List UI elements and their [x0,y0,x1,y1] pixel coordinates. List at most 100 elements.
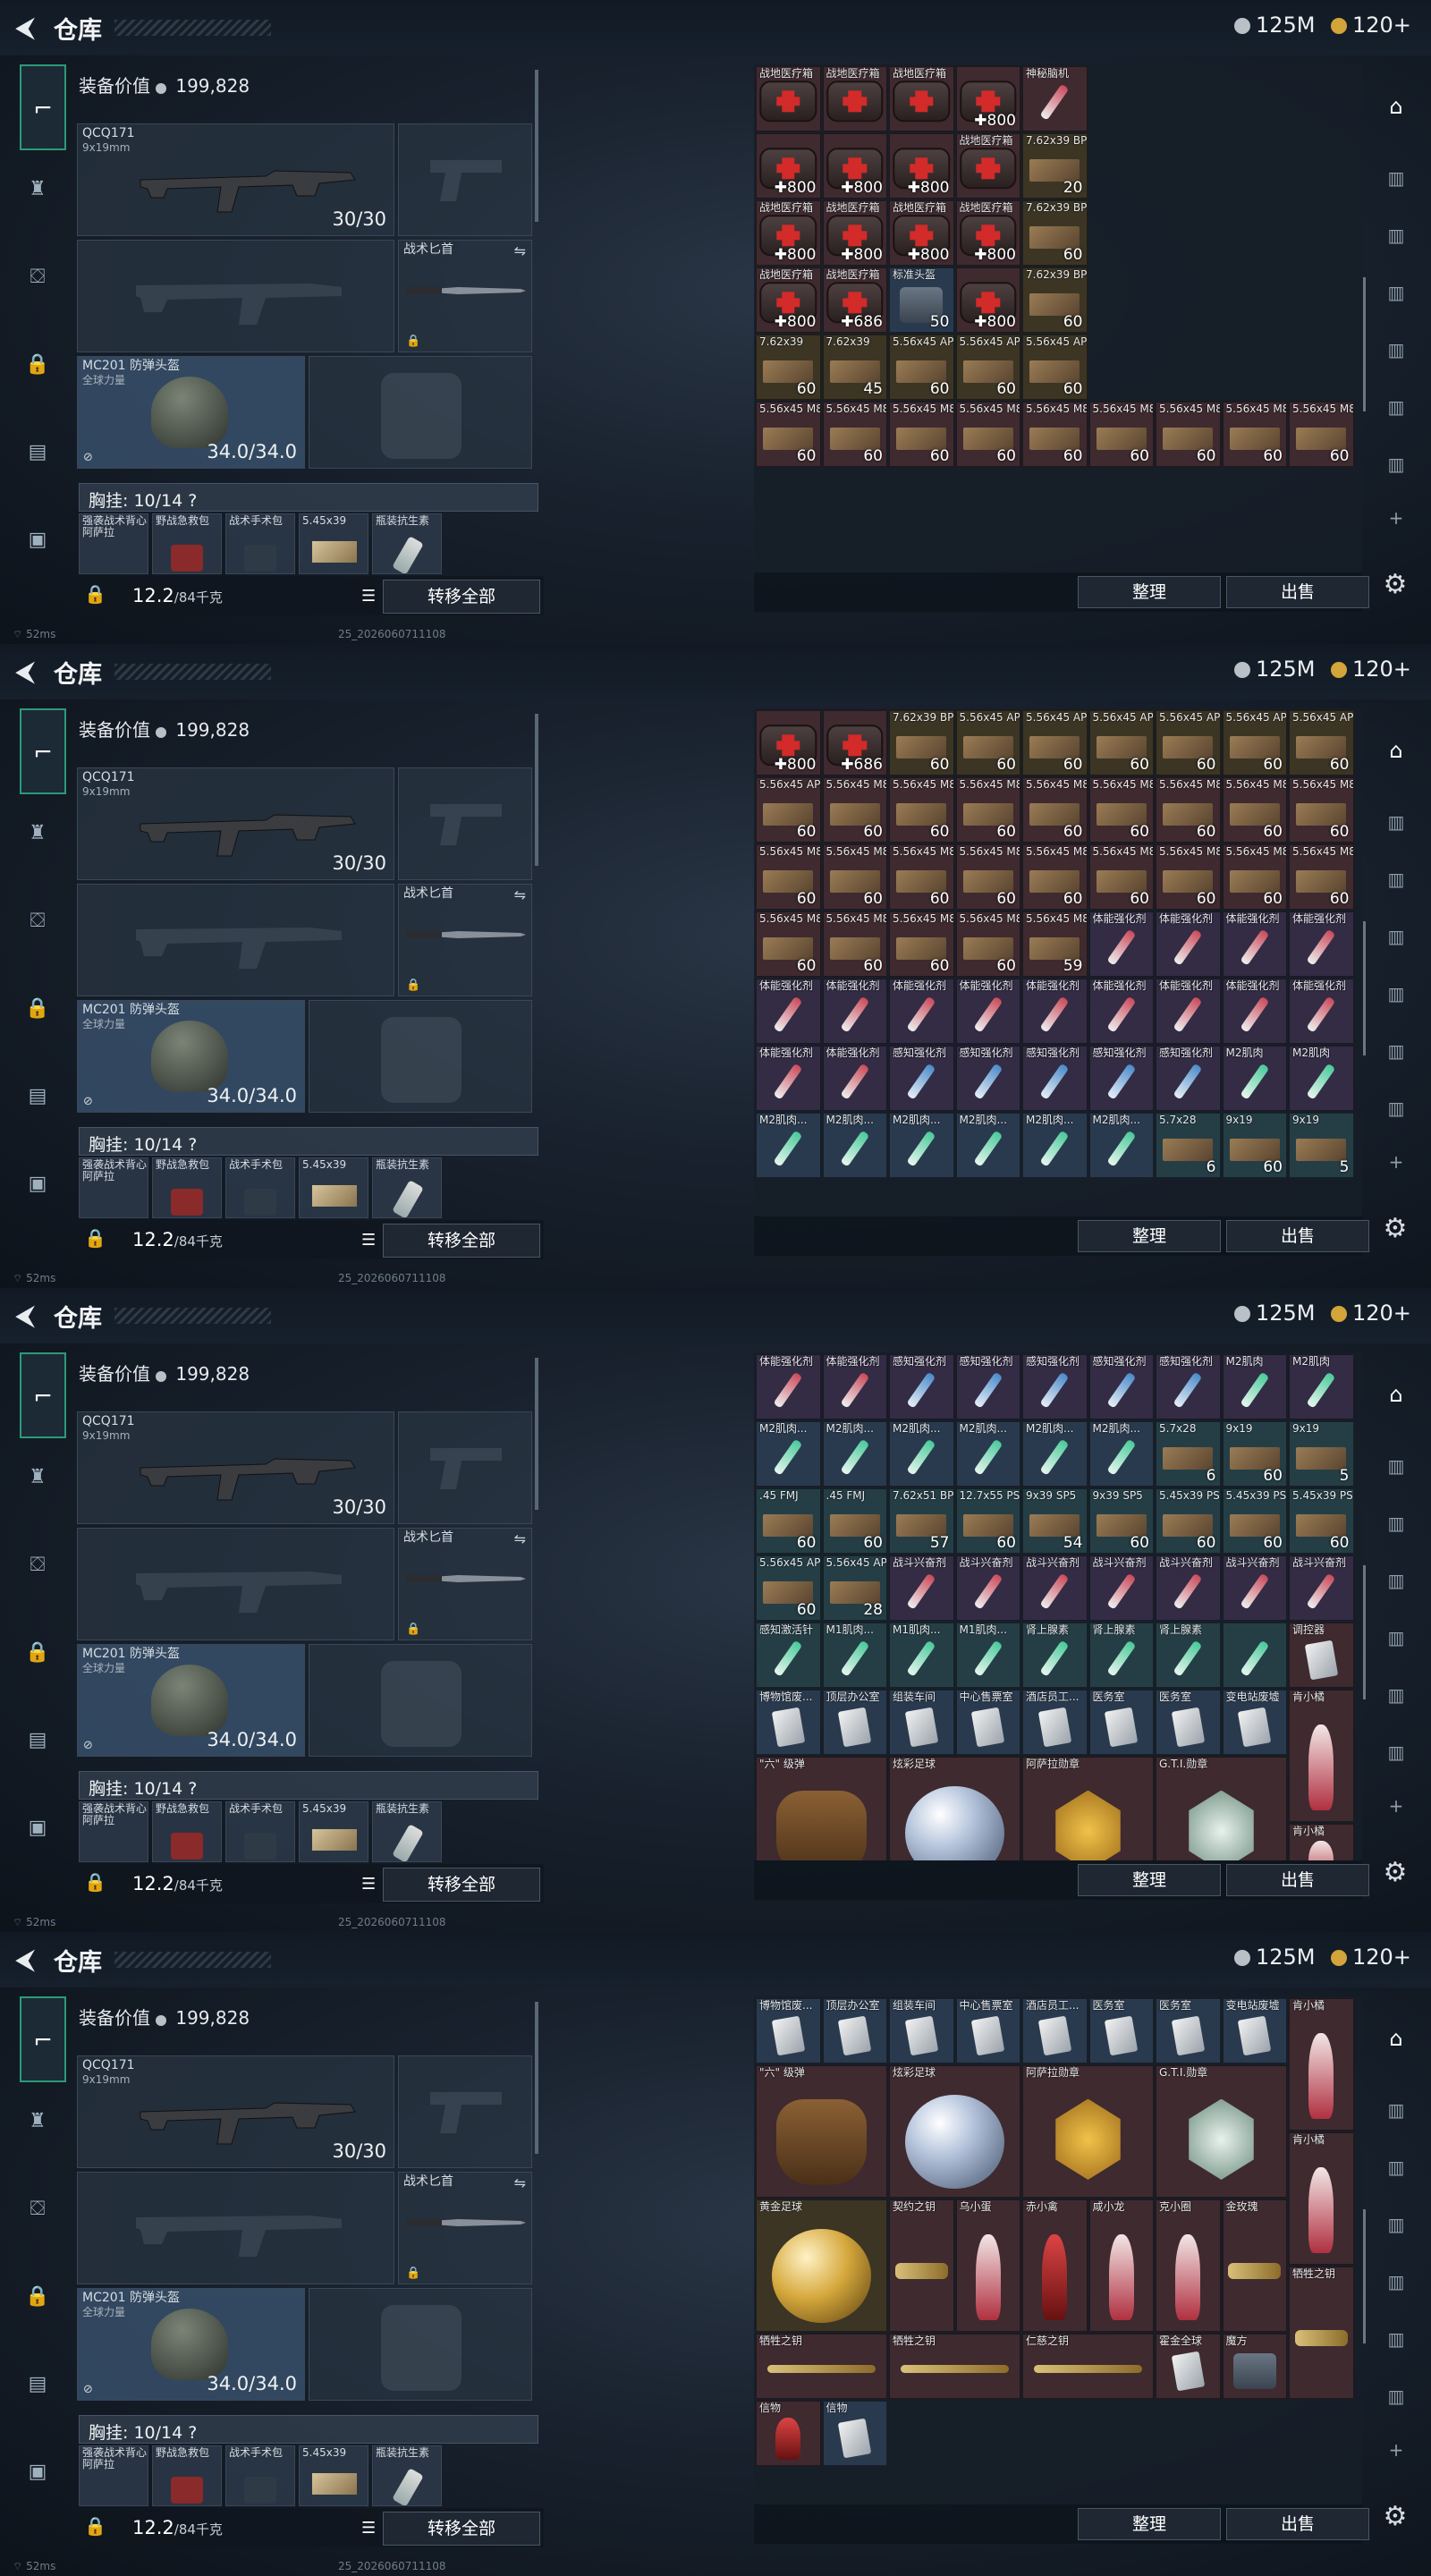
lock-category-icon[interactable]: 🔒 [18,989,57,1029]
chest-item-slot[interactable]: 战术手术包 [225,1801,295,1862]
stash-item[interactable]: M2肌肉 [1222,1046,1287,1111]
sell-button[interactable]: 出售 [1226,1220,1369,1252]
stash-item[interactable]: 7.62x39 BP 60 [1022,267,1088,333]
stash-item[interactable]: 体能强化剂 [1156,911,1221,977]
stash-item[interactable]: 医务室 [1156,1998,1221,2063]
secondary-weapon-slot[interactable] [77,1528,394,1640]
stash-item[interactable]: M2肌肉... [1088,1113,1154,1178]
stash-item[interactable]: 5.56x45 AP 28 [822,1555,887,1621]
storage-tab-icon[interactable]: ▥ [1376,272,1417,313]
back-arrow-icon[interactable]: ⮜ [16,13,43,43]
swap-icon[interactable]: ⇋ [514,242,526,259]
stash-item[interactable]: 5.56x45 M855A1 60 [1222,402,1287,467]
backpack-category-icon[interactable]: ⛋ [18,902,57,941]
stash-item[interactable]: 5.56x45 M855A1 60 [955,844,1020,910]
stash-item[interactable]: 5.45x39 PS 60 [1222,1488,1287,1554]
storage-tab-icon[interactable]: ▥ [1376,157,1417,199]
stash-item[interactable]: 阿萨拉勋章 [1022,2065,1154,2198]
stash-item[interactable]: 肯小橘 [1289,1998,1354,2131]
sidearm-slot[interactable] [398,2055,532,2168]
stash-item[interactable]: 5.45x39 PS 60 [1289,1488,1354,1554]
stash-item[interactable]: 5.56x45 AP 60 [955,335,1020,400]
stash-item[interactable]: M2肌肉... [1022,1113,1088,1178]
stash-item[interactable]: 9x39 SP5 54 [1022,1488,1088,1554]
stash-item[interactable]: 感知强化剂 [955,1354,1020,1419]
stash-item[interactable]: M2肌肉 [1289,1046,1354,1111]
stash-item[interactable]: 5.56x45 M855A1 60 [1222,777,1287,843]
stash-item[interactable]: M2肌肉... [889,1421,954,1487]
stash-item[interactable]: 体能强化剂 [1156,979,1221,1044]
stash-item[interactable]: 5.56x45 M855A1 60 [756,844,821,910]
stash-item[interactable]: 仁慈之钥 [1022,2334,1154,2399]
stash-item[interactable]: 5.56x45 M855A1 60 [955,911,1020,977]
sidearm-slot[interactable] [398,123,532,236]
stash-item[interactable]: 中心售票室 [955,1690,1020,1755]
stash-item[interactable]: G.T.I.勋章 [1156,1757,1287,1860]
stash-item[interactable]: 战斗兴奋剂 [955,1555,1020,1621]
stash-item[interactable]: 5.56x45 M855A1 60 [1022,402,1088,467]
stash-item[interactable]: 9x19 60 [1222,1421,1287,1487]
stash-scrollbar[interactable] [1363,2209,1366,2343]
container-category-icon[interactable]: ▤ [18,1077,57,1116]
settings-gear-icon[interactable]: ⚙ [1377,2499,1413,2535]
chest-item-slot[interactable]: 野战急救包 [152,1157,222,1218]
storage-tab-icon[interactable]: ▥ [1376,1445,1417,1487]
stash-item[interactable]: 金玫瑰 [1222,2199,1287,2332]
helmet-slot[interactable]: MC201 防弹头盔 全球力量 34.0/34.0 ⊘ [77,1644,305,1757]
stash-item[interactable]: 体能强化剂 [955,979,1020,1044]
stash-item[interactable]: 感知强化剂 [889,1354,954,1419]
stash-item[interactable]: 5.56x45 M855A1 60 [822,844,887,910]
stash-item[interactable]: 医务室 [1088,1690,1154,1755]
transfer-all-button[interactable]: 转移全部 [383,2512,540,2546]
stash-item[interactable]: 5.56x45 M855A1 60 [1156,777,1221,843]
stash-item[interactable]: 组装车间 [889,1690,954,1755]
stash-item[interactable]: 战地医疗箱 ✚686 [822,267,887,333]
stash-item[interactable]: "六" 级弹 [756,1757,887,1860]
melee-slot[interactable]: 战术匕首 ⇋ 🔒 [398,240,532,352]
storage-tab-icon[interactable]: ▥ [1376,1503,1417,1544]
add-storage-icon[interactable]: + [1376,1785,1417,1826]
stash-item[interactable]: 调控器 [1289,1623,1354,1688]
helmet-slot[interactable]: MC201 防弹头盔 全球力量 34.0/34.0 ⊘ [77,2288,305,2401]
case-category-icon[interactable]: ▣ [18,1165,57,1204]
stash-item[interactable]: 医务室 [1088,1998,1154,2063]
stash-item[interactable]: ✚800 [822,133,887,199]
stash-item[interactable]: 体能强化剂 [889,979,954,1044]
loadout-scrollbar[interactable] [535,714,538,866]
stash-item[interactable]: 9x19 60 [1222,1113,1287,1178]
stash-item[interactable]: ✚800 [756,710,821,775]
sell-button[interactable]: 出售 [1226,2508,1369,2540]
stash-item[interactable]: 5.56x45 M855A1 60 [822,402,887,467]
storage-tab-icon[interactable]: ▥ [1376,916,1417,957]
chest-item-slot[interactable]: 瓶装抗生素 [372,1801,442,1862]
chest-rig-header[interactable]: 胸挂: 10/14 ? [79,2415,538,2444]
stash-item[interactable]: 体能强化剂 [756,979,821,1044]
container-category-icon[interactable]: ▤ [18,2365,57,2404]
storage-tab-icon[interactable]: ▥ [1376,2204,1417,2245]
add-storage-icon[interactable]: + [1376,497,1417,538]
stash-item[interactable]: M2肌肉... [889,1113,954,1178]
stash-item[interactable]: 酒店员工... [1022,1998,1088,2063]
chest-item-slot[interactable]: 强袭战术背心 阿萨拉 [79,513,148,574]
case-category-icon[interactable]: ▣ [18,2453,57,2492]
backpack-category-icon[interactable]: ⛋ [18,1546,57,1585]
back-arrow-icon[interactable]: ⮜ [16,1945,43,1975]
stash-item[interactable]: 5.56x45 M855A1 60 [756,911,821,977]
weight-lock-icon[interactable]: 🔒 [84,2515,106,2537]
chest-rig-header[interactable]: 胸挂: 10/14 ? [79,1127,538,1156]
sidearm-slot[interactable] [398,1411,532,1524]
stash-item[interactable]: 5.56x45 M855A1 60 [1088,844,1154,910]
stash-item[interactable]: 战斗兴奋剂 [1156,1555,1221,1621]
chest-item-slot[interactable]: 强袭战术背心 阿萨拉 [79,2445,148,2506]
stash-item[interactable]: 战斗兴奋剂 [1022,1555,1088,1621]
stash-item[interactable]: 感知强化剂 [889,1046,954,1111]
stash-item[interactable]: 变电站废墟 [1222,1998,1287,2063]
storage-tab-icon[interactable]: ▥ [1376,1560,1417,1601]
stash-item[interactable]: 5.56x45 M855A1 60 [1289,402,1354,467]
sort-button[interactable]: 整理 [1078,2508,1221,2540]
storage-tab-icon[interactable]: ▥ [1376,1732,1417,1773]
stash-item[interactable]: 5.56x45 M855A1 60 [1088,402,1154,467]
backpack-category-icon[interactable]: ⛋ [18,258,57,297]
weapon-category-icon[interactable]: ⌐ [20,64,66,150]
storage-tab-icon[interactable]: ▥ [1376,215,1417,256]
